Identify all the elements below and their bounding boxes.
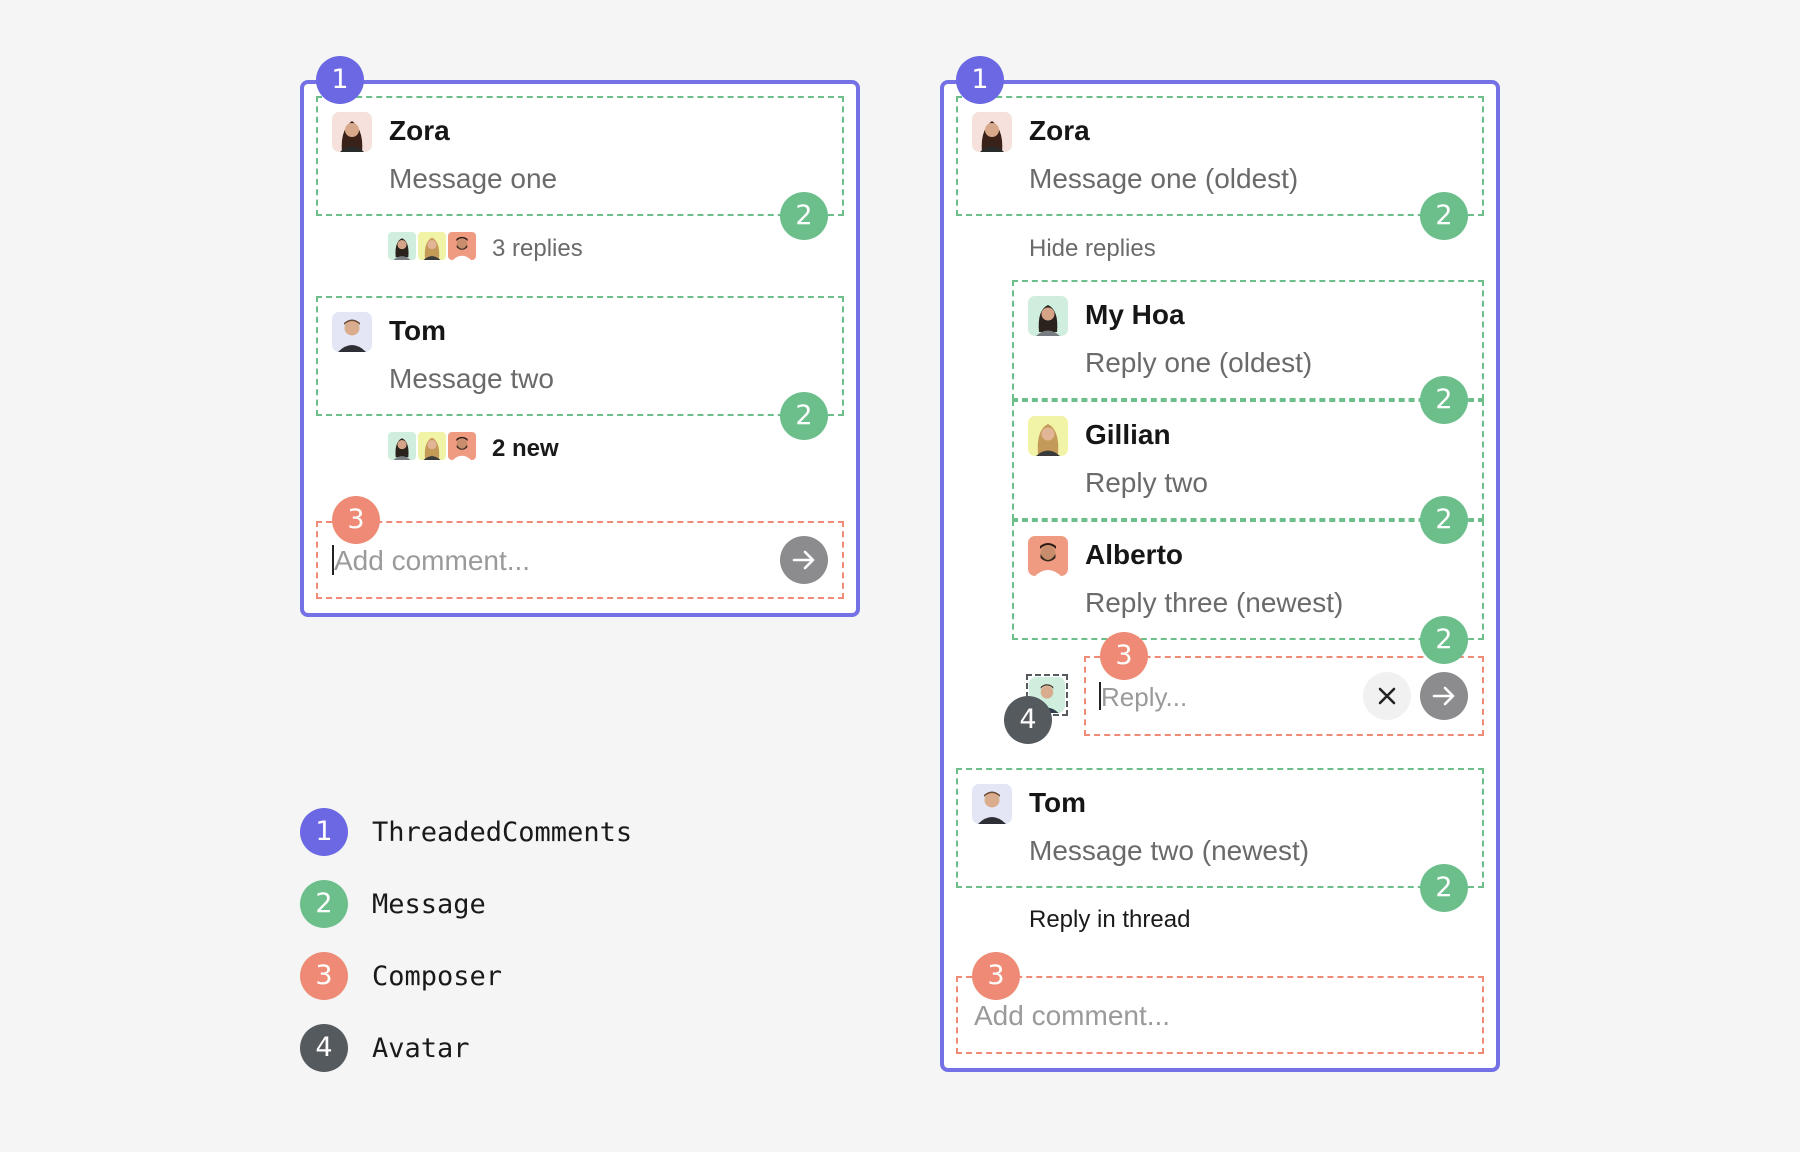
replies-avatar-stack[interactable] bbox=[386, 230, 486, 266]
avatar-zora bbox=[972, 112, 1012, 152]
message-body: Message one (oldest) bbox=[1029, 163, 1299, 194]
threaded-comments-badge: 1 bbox=[956, 56, 1004, 104]
message-author: Zora bbox=[389, 115, 450, 146]
composer-badge: 3 bbox=[972, 952, 1020, 1000]
arrow-right-icon bbox=[1420, 672, 1468, 720]
mini-avatar-myhoa bbox=[386, 230, 418, 262]
avatar-tom bbox=[332, 312, 372, 352]
send-button[interactable] bbox=[780, 536, 828, 584]
avatar-alberto bbox=[1028, 536, 1068, 576]
new-replies-link[interactable]: 2 new bbox=[492, 435, 559, 463]
mini-avatar-alberto bbox=[446, 230, 478, 262]
message-badge: 2 bbox=[1420, 192, 1468, 240]
reply-author: Gillian bbox=[1085, 419, 1171, 450]
message-outline bbox=[1012, 520, 1484, 640]
legend-badge-message: 2 bbox=[300, 880, 348, 928]
comment-input[interactable]: Add comment... bbox=[334, 545, 530, 577]
message-badge: 2 bbox=[1420, 376, 1468, 424]
legend-label-composer: Composer bbox=[372, 961, 503, 992]
message-badge: 2 bbox=[1420, 496, 1468, 544]
message-badge: 2 bbox=[780, 392, 828, 440]
message-outline bbox=[1012, 280, 1484, 400]
legend-label-threaded-comments: ThreadedComments bbox=[372, 817, 633, 848]
message-body: Message two bbox=[389, 363, 554, 394]
hide-replies-link[interactable]: Hide replies bbox=[1029, 235, 1156, 263]
message-outline bbox=[1012, 400, 1484, 520]
message-outline bbox=[316, 296, 844, 416]
mini-avatar-alberto bbox=[446, 430, 478, 462]
legend-badge-threaded-comments: 1 bbox=[300, 808, 348, 856]
reply-body: Reply three (newest) bbox=[1085, 587, 1344, 618]
message-author: Tom bbox=[1029, 787, 1087, 818]
legend-label-message: Message bbox=[372, 889, 486, 920]
mini-avatar-myhoa bbox=[386, 430, 418, 462]
threaded-comments-badge: 1 bbox=[316, 56, 364, 104]
legend-badge-avatar: 4 bbox=[300, 1024, 348, 1072]
message-body: Message two (newest) bbox=[1029, 835, 1310, 866]
cancel-reply-button[interactable] bbox=[1363, 672, 1411, 720]
legend-label-avatar: Avatar bbox=[372, 1033, 470, 1064]
message-outline bbox=[316, 96, 844, 216]
mini-avatar-gillian bbox=[416, 430, 448, 462]
reply-input[interactable]: Reply... bbox=[1101, 682, 1187, 713]
message-outline bbox=[956, 96, 1484, 216]
replies-count-link[interactable]: 3 replies bbox=[492, 235, 583, 263]
close-icon bbox=[1363, 672, 1411, 720]
avatar-gillian bbox=[1028, 416, 1068, 456]
send-reply-button[interactable] bbox=[1420, 672, 1468, 720]
avatar-badge: 4 bbox=[1004, 696, 1052, 744]
message-outline bbox=[956, 768, 1484, 888]
reply-author: Alberto bbox=[1085, 539, 1183, 570]
reply-author: My Hoa bbox=[1085, 299, 1185, 330]
legend: 1 ThreadedComments 2 Message 3 Composer … bbox=[300, 808, 700, 1080]
reply-body: Reply one (oldest) bbox=[1085, 347, 1313, 378]
replies-avatar-stack[interactable] bbox=[386, 430, 486, 466]
avatar-zora bbox=[332, 112, 372, 152]
reply-body: Reply two bbox=[1085, 467, 1208, 498]
message-badge: 2 bbox=[1420, 864, 1468, 912]
message-author: Zora bbox=[1029, 115, 1090, 146]
composer-badge: 3 bbox=[1100, 632, 1148, 680]
message-body: Message one bbox=[389, 163, 558, 194]
legend-badge-composer: 3 bbox=[300, 952, 348, 1000]
composer-badge: 3 bbox=[332, 496, 380, 544]
message-badge: 2 bbox=[780, 192, 828, 240]
reply-in-thread-link[interactable]: Reply in thread bbox=[1029, 906, 1190, 934]
comment-input[interactable]: Add comment... bbox=[974, 1000, 1170, 1032]
mini-avatar-gillian bbox=[416, 230, 448, 262]
message-author: Tom bbox=[389, 315, 447, 346]
avatar-tom bbox=[972, 784, 1012, 824]
arrow-right-icon bbox=[780, 536, 828, 584]
avatar-myhoa bbox=[1028, 296, 1068, 336]
message-badge: 2 bbox=[1420, 616, 1468, 664]
